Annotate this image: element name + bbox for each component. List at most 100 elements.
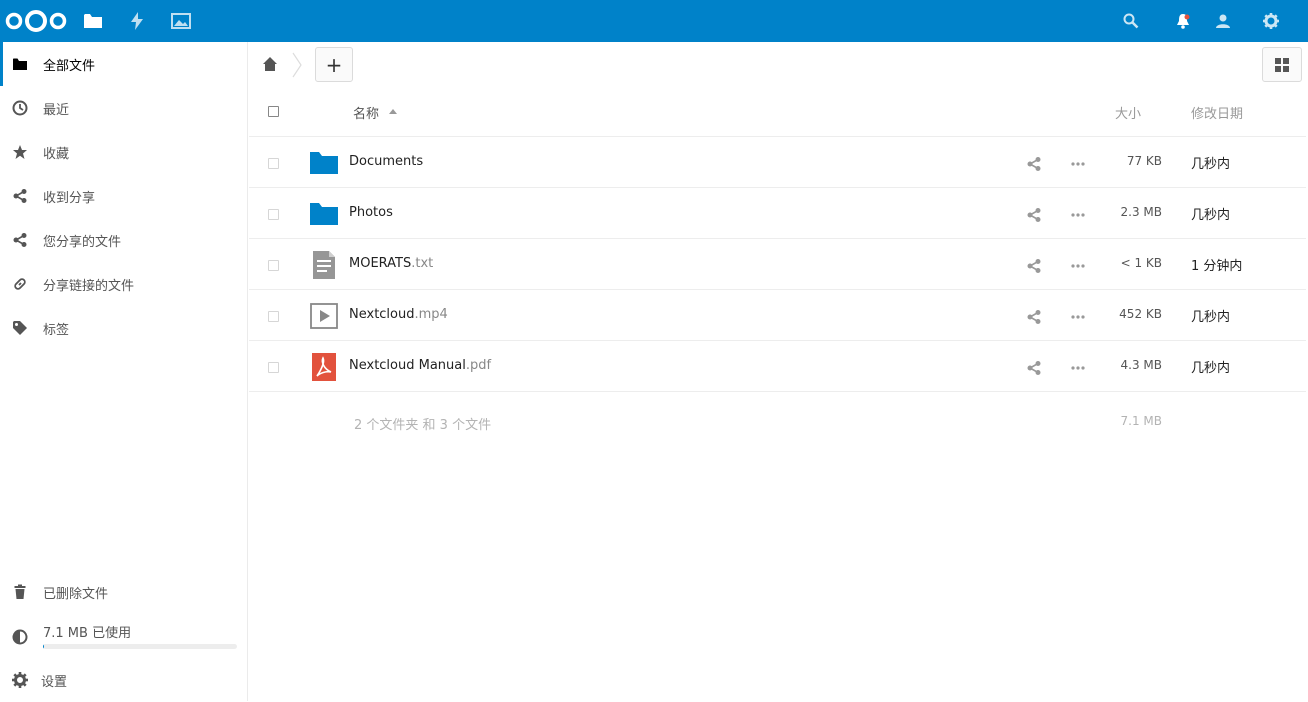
app-activity[interactable] bbox=[124, 0, 150, 42]
file-size: 4.3 MB bbox=[1121, 358, 1162, 372]
pdf-file-icon bbox=[309, 353, 339, 381]
nav-deleted-files[interactable]: 已删除文件 bbox=[0, 570, 248, 614]
file-name[interactable]: Nextcloud.mp4 bbox=[349, 307, 448, 322]
app-gallery[interactable] bbox=[168, 0, 194, 42]
file-name[interactable]: Nextcloud Manual.pdf bbox=[349, 358, 491, 373]
file-modified: 1 分钟内 bbox=[1191, 255, 1242, 274]
file-modified: 几秒内 bbox=[1191, 357, 1230, 376]
nav-favorites[interactable]: 收藏 bbox=[0, 130, 248, 174]
clock-icon bbox=[12, 100, 28, 116]
file-extension: .mp4 bbox=[415, 307, 448, 322]
file-table-header: 名称 大小 修改日期 bbox=[249, 86, 1306, 137]
folder-icon bbox=[12, 56, 28, 72]
nav-label: 收藏 bbox=[43, 143, 69, 162]
share-icon[interactable] bbox=[1026, 360, 1042, 376]
app-files[interactable] bbox=[80, 0, 106, 42]
row-checkbox[interactable] bbox=[268, 260, 279, 271]
settings-gear-icon bbox=[12, 672, 28, 688]
search-button[interactable] bbox=[1118, 0, 1144, 42]
row-checkbox[interactable] bbox=[268, 311, 279, 322]
column-header-modified[interactable]: 修改日期 bbox=[1191, 103, 1243, 122]
more-actions-icon[interactable] bbox=[1070, 207, 1086, 223]
toggle-grid-view-button[interactable] bbox=[1262, 47, 1302, 82]
table-row[interactable]: MOERATS.txt < 1 KB 1 分钟内 bbox=[249, 239, 1306, 290]
nav-label: 收到分享 bbox=[43, 187, 95, 206]
file-modified: 几秒内 bbox=[1191, 153, 1230, 172]
row-checkbox[interactable] bbox=[268, 362, 279, 373]
tag-icon bbox=[12, 320, 28, 336]
select-all-checkbox[interactable] bbox=[268, 106, 279, 117]
notifications-button[interactable] bbox=[1170, 0, 1196, 42]
table-row[interactable]: Nextcloud.mp4 452 KB 几秒内 bbox=[249, 290, 1306, 341]
nav-label: 已删除文件 bbox=[43, 583, 108, 602]
pie-chart-icon bbox=[12, 629, 28, 645]
folder-icon bbox=[309, 149, 339, 177]
nav-label: 设置 bbox=[41, 671, 67, 690]
file-basename: Nextcloud bbox=[349, 307, 415, 322]
settings-gear-icon bbox=[1263, 13, 1279, 29]
file-size: 77 KB bbox=[1127, 154, 1162, 168]
column-header-name[interactable]: 名称 bbox=[353, 103, 379, 122]
table-row[interactable]: Photos 2.3 MB 几秒内 bbox=[249, 188, 1306, 239]
file-name[interactable]: MOERATS.txt bbox=[349, 256, 433, 271]
share-icon[interactable] bbox=[1026, 309, 1042, 325]
contacts-menu-button[interactable] bbox=[1210, 0, 1236, 42]
grid-view-icon bbox=[1275, 58, 1289, 72]
more-actions-icon[interactable] bbox=[1070, 360, 1086, 376]
nav-tags[interactable]: 标签 bbox=[0, 306, 248, 350]
more-actions-icon[interactable] bbox=[1070, 156, 1086, 172]
row-checkbox[interactable] bbox=[268, 209, 279, 220]
home-icon[interactable] bbox=[262, 56, 278, 72]
app-navigation: 全部文件 最近 收藏 收到分享 您分享的文件 分享链接的文件 标签 已删除文件 … bbox=[0, 42, 248, 701]
file-size: < 1 KB bbox=[1121, 256, 1162, 270]
star-icon bbox=[12, 144, 28, 160]
lightning-icon bbox=[130, 12, 144, 30]
link-icon bbox=[12, 276, 28, 292]
nav-shared-by-link[interactable]: 分享链接的文件 bbox=[0, 262, 248, 306]
image-icon bbox=[171, 13, 191, 29]
file-basename: MOERATS bbox=[349, 256, 411, 271]
more-actions-icon[interactable] bbox=[1070, 258, 1086, 274]
folder-icon bbox=[83, 12, 103, 30]
sort-ascending-icon[interactable] bbox=[389, 109, 397, 115]
file-modified: 几秒内 bbox=[1191, 204, 1230, 223]
share-icon[interactable] bbox=[1026, 156, 1042, 172]
nextcloud-logo[interactable] bbox=[4, 0, 68, 42]
row-checkbox[interactable] bbox=[268, 158, 279, 169]
file-name[interactable]: Photos bbox=[349, 205, 393, 220]
share-icon bbox=[12, 232, 28, 248]
file-size: 452 KB bbox=[1119, 307, 1162, 321]
nav-shared-with-others[interactable]: 您分享的文件 bbox=[0, 218, 248, 262]
more-actions-icon[interactable] bbox=[1070, 309, 1086, 325]
breadcrumb-separator-icon bbox=[291, 52, 303, 78]
table-row[interactable]: Documents 77 KB 几秒内 bbox=[249, 137, 1306, 188]
nav-label: 全部文件 bbox=[43, 55, 95, 74]
contacts-icon bbox=[1215, 13, 1231, 29]
share-icon[interactable] bbox=[1026, 258, 1042, 274]
nav-all-files[interactable]: 全部文件 bbox=[0, 42, 248, 86]
file-modified: 几秒内 bbox=[1191, 306, 1230, 325]
settings-menu-button[interactable] bbox=[1258, 0, 1284, 42]
trash-icon bbox=[12, 584, 28, 600]
file-list-container: + 名称 大小 修改日期 Documents 77 KB 几秒内 Photos … bbox=[249, 42, 1308, 701]
text-file-icon bbox=[309, 251, 339, 279]
nav-label: 标签 bbox=[43, 319, 69, 338]
nav-recent[interactable]: 最近 bbox=[0, 86, 248, 130]
nav-label: 分享链接的文件 bbox=[43, 275, 134, 294]
file-basename: Photos bbox=[349, 205, 393, 220]
nav-label: 您分享的文件 bbox=[43, 231, 121, 250]
new-file-button[interactable]: + bbox=[315, 47, 353, 82]
nav-settings[interactable]: 设置 bbox=[0, 658, 248, 702]
file-basename: Documents bbox=[349, 154, 423, 169]
file-basename: Nextcloud Manual bbox=[349, 358, 466, 373]
file-size: 2.3 MB bbox=[1121, 205, 1162, 219]
file-name[interactable]: Documents bbox=[349, 154, 423, 169]
search-icon bbox=[1123, 13, 1139, 29]
folder-icon bbox=[309, 200, 339, 228]
column-header-size[interactable]: 大小 bbox=[1115, 103, 1141, 122]
table-row[interactable]: Nextcloud Manual.pdf 4.3 MB 几秒内 bbox=[249, 341, 1306, 392]
nav-shared-with-you[interactable]: 收到分享 bbox=[0, 174, 248, 218]
notifications-bell-icon bbox=[1175, 13, 1191, 29]
share-icon[interactable] bbox=[1026, 207, 1042, 223]
top-header bbox=[0, 0, 1308, 42]
